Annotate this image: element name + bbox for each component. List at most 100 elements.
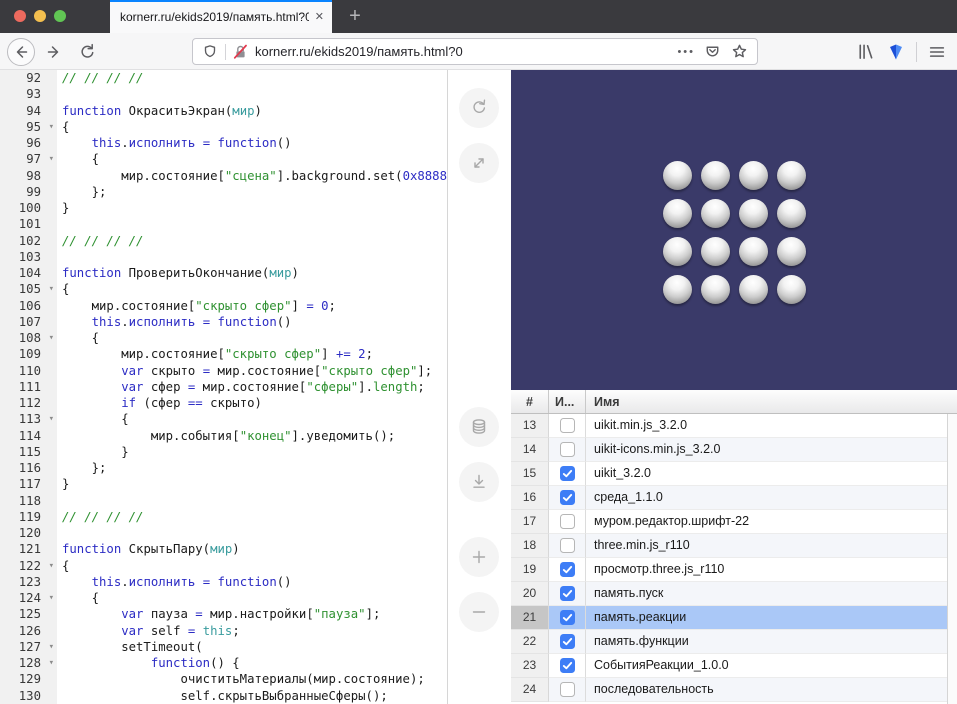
code-line[interactable]: 122▾{ xyxy=(0,558,447,574)
table-row[interactable]: 17муром.редактор.шрифт-22 xyxy=(511,510,957,534)
tracking-protection-shield-icon[interactable] xyxy=(201,43,219,61)
code-line[interactable]: 104function ПроверитьОкончание(мир) xyxy=(0,265,447,281)
table-scrollbar[interactable] xyxy=(947,414,957,704)
sphere[interactable] xyxy=(739,237,768,266)
row-checkbox[interactable] xyxy=(560,466,575,481)
sphere[interactable] xyxy=(777,275,806,304)
code-line[interactable]: 110 var скрыто = мир.состояние["скрыто с… xyxy=(0,363,447,379)
tab-close-icon[interactable]: ✕ xyxy=(315,10,324,23)
code-line[interactable]: 108▾ { xyxy=(0,330,447,346)
download-button[interactable] xyxy=(459,462,499,502)
fold-toggle-icon[interactable]: ▾ xyxy=(49,558,54,574)
table-row[interactable]: 22память.функции xyxy=(511,630,957,654)
table-row[interactable]: 23СобытияРеакции_1.0.0 xyxy=(511,654,957,678)
header-execute[interactable]: И... xyxy=(549,390,586,413)
row-checkbox[interactable] xyxy=(560,634,575,649)
code-line[interactable]: 114 мир.события["конец"].уведомить(); xyxy=(0,428,447,444)
code-line[interactable]: 113▾ { xyxy=(0,411,447,427)
row-checkbox[interactable] xyxy=(560,418,575,433)
reload-button[interactable] xyxy=(75,41,99,63)
forward-button[interactable] xyxy=(42,41,66,63)
row-checkbox[interactable] xyxy=(560,490,575,505)
sphere[interactable] xyxy=(739,275,768,304)
bookmark-star-icon[interactable] xyxy=(730,42,749,61)
table-row[interactable]: 19просмотр.three.js_r110 xyxy=(511,558,957,582)
back-button[interactable] xyxy=(7,38,35,66)
code-line[interactable]: 125 var пауза = мир.настройки["пауза"]; xyxy=(0,606,447,622)
fold-toggle-icon[interactable]: ▾ xyxy=(49,119,54,135)
sphere[interactable] xyxy=(663,237,692,266)
row-checkbox[interactable] xyxy=(560,562,575,577)
code-line[interactable]: 94function ОкраситьЭкран(мир) xyxy=(0,103,447,119)
table-row[interactable]: 20память.пуск xyxy=(511,582,957,606)
pocket-icon[interactable] xyxy=(703,42,722,61)
table-row[interactable]: 21память.реакции xyxy=(511,606,957,630)
sphere[interactable] xyxy=(663,161,692,190)
extension-icon[interactable] xyxy=(886,42,906,62)
fold-toggle-icon[interactable]: ▾ xyxy=(49,655,54,671)
code-line[interactable]: 99 }; xyxy=(0,184,447,200)
table-row[interactable]: 16среда_1.1.0 xyxy=(511,486,957,510)
header-number[interactable]: # xyxy=(511,390,549,413)
sphere[interactable] xyxy=(663,275,692,304)
sphere[interactable] xyxy=(663,199,692,228)
code-line[interactable]: 120 xyxy=(0,525,447,541)
remove-button[interactable] xyxy=(459,592,499,632)
sphere[interactable] xyxy=(701,275,730,304)
code-line[interactable]: 126 var self = this; xyxy=(0,623,447,639)
fold-toggle-icon[interactable]: ▾ xyxy=(49,151,54,167)
code-line[interactable]: 111 var сфер = мир.состояние["сферы"].le… xyxy=(0,379,447,395)
fold-toggle-icon[interactable]: ▾ xyxy=(49,281,54,297)
zoom-window-button[interactable] xyxy=(54,10,66,22)
code-line[interactable]: 107 this.исполнить = function() xyxy=(0,314,447,330)
code-line[interactable]: 98 мир.состояние["сцена"].background.set… xyxy=(0,168,447,184)
insecure-lock-icon[interactable] xyxy=(232,43,249,60)
code-line[interactable]: 101 xyxy=(0,216,447,232)
menu-hamburger-icon[interactable] xyxy=(927,42,947,62)
code-line[interactable]: 130 self.скрытьВыбранныеСферы(); xyxy=(0,688,447,704)
code-line[interactable]: 123 this.исполнить = function() xyxy=(0,574,447,590)
code-line[interactable]: 118 xyxy=(0,493,447,509)
code-line[interactable]: 105▾{ xyxy=(0,281,447,297)
row-checkbox[interactable] xyxy=(560,682,575,697)
row-checkbox[interactable] xyxy=(560,538,575,553)
code-line[interactable]: 97▾ { xyxy=(0,151,447,167)
fold-toggle-icon[interactable]: ▾ xyxy=(49,330,54,346)
row-checkbox[interactable] xyxy=(560,610,575,625)
code-line[interactable]: 102// // // // xyxy=(0,233,447,249)
webgl-canvas[interactable] xyxy=(511,70,957,390)
sphere[interactable] xyxy=(739,199,768,228)
refresh-button[interactable] xyxy=(459,88,499,128)
code-line[interactable]: 103 xyxy=(0,249,447,265)
code-line[interactable]: 95▾{ xyxy=(0,119,447,135)
code-line[interactable]: 129 очиститьМатериалы(мир.состояние); xyxy=(0,671,447,687)
code-line[interactable]: 121function СкрытьПару(мир) xyxy=(0,541,447,557)
code-line[interactable]: 100} xyxy=(0,200,447,216)
code-line[interactable]: 116 }; xyxy=(0,460,447,476)
minimize-window-button[interactable] xyxy=(34,10,46,22)
sphere[interactable] xyxy=(777,161,806,190)
header-name[interactable]: Имя xyxy=(586,390,957,413)
close-window-button[interactable] xyxy=(14,10,26,22)
row-checkbox[interactable] xyxy=(560,442,575,457)
row-checkbox[interactable] xyxy=(560,586,575,601)
sphere[interactable] xyxy=(701,161,730,190)
code-line[interactable]: 124▾ { xyxy=(0,590,447,606)
sphere[interactable] xyxy=(777,237,806,266)
table-row[interactable]: 24последовательность xyxy=(511,678,957,702)
code-line[interactable]: 109 мир.состояние["скрыто сфер"] += 2; xyxy=(0,346,447,362)
table-row[interactable]: 13uikit.min.js_3.2.0 xyxy=(511,414,957,438)
code-line[interactable]: 117} xyxy=(0,476,447,492)
code-line[interactable]: 119// // // // xyxy=(0,509,447,525)
sphere[interactable] xyxy=(739,161,768,190)
code-line[interactable]: 128▾ function() { xyxy=(0,655,447,671)
code-line[interactable]: 93 xyxy=(0,86,447,102)
browser-tab[interactable]: kornerr.ru/ekids2019/память.html?0 ✕ xyxy=(110,0,332,33)
url-bar[interactable]: kornerr.ru/ekids2019/память.html?0 ••• xyxy=(192,38,758,65)
code-line[interactable]: 127▾ setTimeout( xyxy=(0,639,447,655)
table-row[interactable]: 14uikit-icons.min.js_3.2.0 xyxy=(511,438,957,462)
fold-toggle-icon[interactable]: ▾ xyxy=(49,411,54,427)
table-row[interactable]: 18three.min.js_r110 xyxy=(511,534,957,558)
code-line[interactable]: 92// // // // xyxy=(0,70,447,86)
url-text[interactable]: kornerr.ru/ekids2019/память.html?0 xyxy=(255,44,673,59)
